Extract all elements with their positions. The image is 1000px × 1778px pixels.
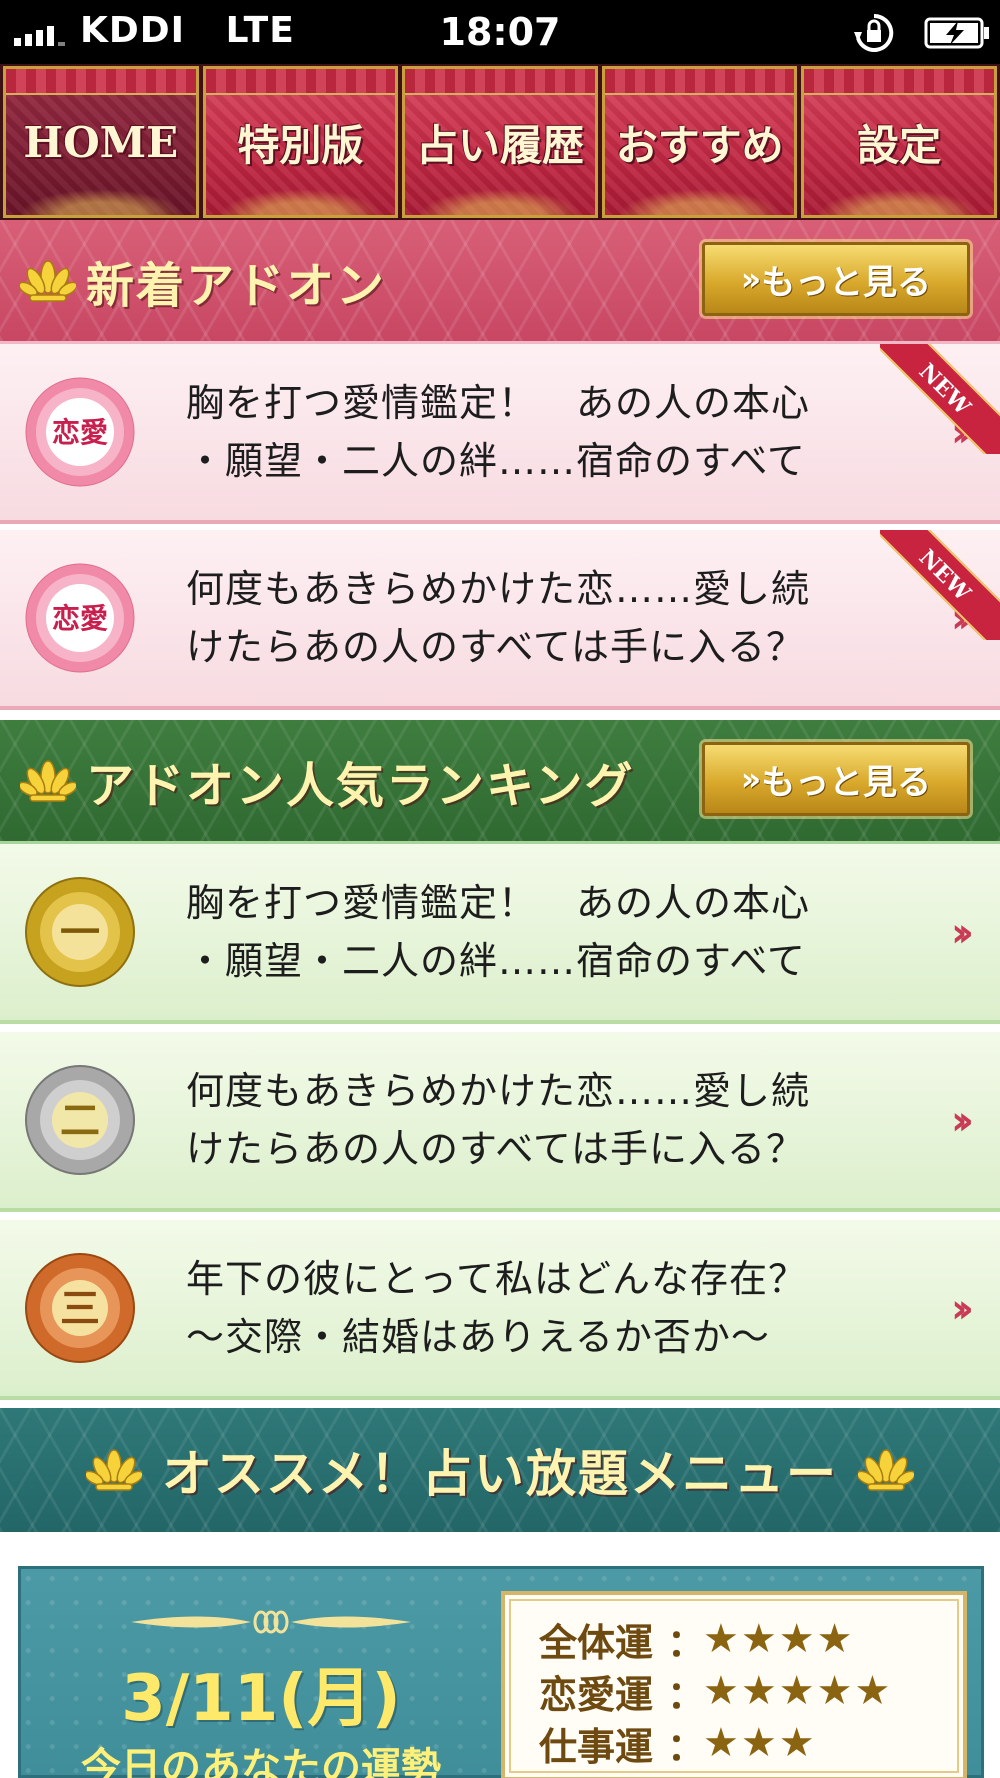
rotation-lock-icon — [854, 13, 894, 52]
star-rating-icon: ★★★ — [703, 1720, 817, 1766]
double-chevron-right-icon: ›› — [951, 1098, 974, 1144]
rank-text: 一 — [60, 909, 100, 956]
badge-text: 恋愛 — [52, 416, 108, 449]
new-addons-title: 新着アドオン — [86, 257, 387, 314]
double-chevron-right-icon: ›› — [951, 910, 974, 956]
fortune-row-work: 仕事運 ： ★★★ — [539, 1717, 929, 1769]
rank-2-badge-icon: 二 — [25, 1065, 135, 1175]
new-ribbon: NEW — [880, 344, 1000, 454]
item-description: 胸を打つ愛情鑑定！ あの人の本心 ・願望・二人の絆……宿命のすべて — [186, 374, 906, 490]
ranking-header: アドオン人気ランキング ›› もっと見る — [0, 720, 1000, 844]
daily-fortune-panel[interactable]: 3/11(月) 今日のあなたの運勢 全体運 ： ★★★★ 恋愛運 ： ★★★★★… — [18, 1566, 984, 1778]
star-rating-icon: ★★★★★ — [703, 1668, 893, 1714]
tab-recommend[interactable]: おすすめ — [601, 66, 798, 218]
ranking-more-button[interactable]: ›› もっと見る — [702, 742, 970, 816]
fortune-colon: ： — [667, 1620, 706, 1665]
lotus-icon — [20, 759, 76, 802]
double-chevron-right-icon: ›› — [951, 1286, 974, 1332]
recommend-menu-header[interactable]: オススメ！占い放題メニュー — [0, 1408, 1000, 1532]
item-line-1: 胸を打つ愛情鑑定！ あの人の本心 — [186, 381, 811, 425]
recommend-menu-title: オススメ！占い放題メニュー — [162, 1444, 838, 1503]
fortune-colon: ： — [667, 1672, 706, 1717]
battery-charging-icon — [924, 17, 989, 49]
item-line-2: ・願望・二人の絆……宿命のすべて — [186, 439, 806, 483]
new-addon-item-1[interactable]: 恋愛 胸を打つ愛情鑑定！ あの人の本心 ・願望・二人の絆……宿命のすべて ›› … — [0, 344, 1000, 524]
item-description: 胸を打つ愛情鑑定！ あの人の本心 ・願望・二人の絆……宿命のすべて — [186, 874, 906, 990]
status-bar: KDDI LTE 18:07 — [0, 0, 1000, 64]
tab-special-edition-label: 特別版 — [237, 120, 364, 170]
tab-recommend-label: おすすめ — [615, 120, 784, 170]
star-rating-icon: ★★★★ — [703, 1616, 855, 1662]
item-line-2: ・願望・二人の絆……宿命のすべて — [186, 939, 806, 983]
new-ribbon-label: NEW — [880, 344, 1000, 454]
new-ribbon: NEW — [880, 530, 1000, 640]
love-badge-icon: 恋愛 — [25, 563, 135, 673]
item-line-2: けたらあの人のすべては手に入る？ — [186, 625, 806, 669]
tab-history[interactable]: 占い履歴 — [402, 66, 598, 218]
tab-settings-label: 設定 — [857, 120, 942, 170]
tab-history-label: 占い履歴 — [415, 120, 584, 170]
double-chevron-right-icon: ›› — [740, 760, 762, 798]
fortune-colon: ： — [667, 1724, 706, 1769]
more-label: もっと見る — [761, 762, 932, 803]
lotus-icon — [20, 259, 76, 302]
badge-text: 恋愛 — [52, 602, 108, 635]
fortune-label: 恋愛運 — [539, 1672, 654, 1717]
fortune-row-love: 恋愛運 ： ★★★★★ — [539, 1665, 929, 1717]
item-line-2: ～交際・結婚はありえるか否か～ — [186, 1315, 770, 1359]
tab-home[interactable]: HOME — [3, 66, 199, 218]
fortune-label: 仕事運 — [539, 1724, 654, 1769]
fortune-row-overall: 全体運 ： ★★★★ — [539, 1613, 929, 1665]
tab-settings[interactable]: 設定 — [801, 66, 997, 218]
ornament-divider — [131, 1610, 411, 1634]
fortune-label: 全体運 — [539, 1620, 654, 1665]
clock: 18:07 — [439, 10, 561, 54]
item-line-2: けたらあの人のすべては手に入る？ — [186, 1127, 806, 1171]
more-label: もっと見る — [761, 262, 932, 303]
ranking-title: アドオン人気ランキング — [86, 757, 635, 814]
tab-home-label: HOME — [23, 117, 179, 167]
new-addon-item-2[interactable]: 恋愛 何度もあきらめかけた恋……愛し続 けたらあの人のすべては手に入る？ ›› … — [0, 530, 1000, 710]
item-line-1: 胸を打つ愛情鑑定！ あの人の本心 — [186, 881, 811, 925]
new-addons-more-button[interactable]: ›› もっと見る — [702, 242, 970, 316]
lotus-icon — [858, 1449, 914, 1491]
tab-special-edition[interactable]: 特別版 — [202, 66, 399, 218]
top-nav: HOME 特別版 占い履歴 おすすめ 設定 — [0, 64, 1000, 220]
new-addons-header: 新着アドオン ›› もっと見る — [0, 220, 1000, 344]
lotus-icon — [86, 1449, 142, 1491]
rank-text: 三 — [60, 1285, 100, 1332]
item-line-1: 年下の彼にとって私はどんな存在？ — [186, 1257, 807, 1301]
ranking-item-3[interactable]: 三 年下の彼にとって私はどんな存在？ ～交際・結婚はありえるか否か～ ›› — [0, 1220, 1000, 1400]
rank-3-badge-icon: 三 — [25, 1253, 135, 1363]
item-description: 何度もあきらめかけた恋……愛し続 けたらあの人のすべては手に入る？ — [186, 560, 906, 676]
fortune-card: 全体運 ： ★★★★ 恋愛運 ： ★★★★★ 仕事運 ： ★★★ — [501, 1591, 967, 1778]
item-line-1: 何度もあきらめかけた恋……愛し続 — [186, 567, 811, 611]
fortune-date: 3/11(月) — [121, 1662, 401, 1736]
ranking-item-2[interactable]: 二 何度もあきらめかけた恋……愛し続 けたらあの人のすべては手に入る？ ›› — [0, 1032, 1000, 1212]
ranking-item-1[interactable]: 一 胸を打つ愛情鑑定！ あの人の本心 ・願望・二人の絆……宿命のすべて ›› — [0, 844, 1000, 1024]
item-line-1: 何度もあきらめかけた恋……愛し続 — [186, 1069, 811, 1113]
love-badge-icon: 恋愛 — [25, 377, 135, 487]
new-ribbon-label: NEW — [880, 530, 1000, 640]
fortune-caption: 今日のあなたの運勢 — [81, 1745, 441, 1778]
item-description: 何度もあきらめかけた恋……愛し続 けたらあの人のすべては手に入る？ — [186, 1062, 906, 1178]
rank-text: 二 — [60, 1097, 100, 1144]
double-chevron-right-icon: ›› — [740, 260, 762, 298]
item-description: 年下の彼にとって私はどんな存在？ ～交際・結婚はありえるか否か～ — [186, 1250, 906, 1366]
rank-1-badge-icon: 一 — [25, 877, 135, 987]
